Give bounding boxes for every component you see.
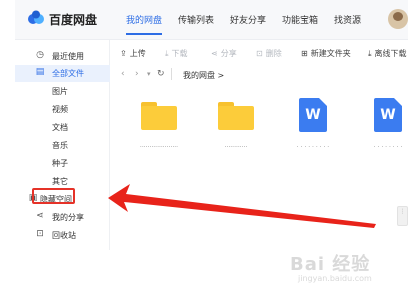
refresh-icon[interactable]: ↻	[157, 69, 165, 79]
download-label: 下载	[171, 49, 188, 58]
file-name: ....................	[139, 142, 179, 149]
sidebar-item-label: 种子	[52, 159, 68, 168]
sidebar-item-all-files[interactable]: ▤ 全部文件	[15, 65, 110, 82]
offline-download-icon: ⤓	[368, 49, 372, 58]
sidebar-item-my-shares[interactable]: ⋖ 我的分享	[15, 209, 110, 226]
offline-download-label: 离线下载	[374, 49, 407, 58]
clock-icon: ◷	[36, 50, 44, 60]
folder-icon	[141, 102, 177, 130]
user-avatar[interactable]	[388, 9, 408, 29]
tab-friend-share[interactable]: 好友分享	[230, 13, 266, 26]
watermark: Bai 经验 jingyan.baidu.com	[286, 240, 404, 290]
top-header: 百度网盘 我的网盘 传输列表 好友分享 功能宝箱 找资源	[15, 0, 408, 40]
sidebar-item-label: 文档	[52, 123, 68, 132]
breadcrumb-separator: >	[217, 71, 225, 80]
file-name: . . . . . . . .	[373, 142, 403, 149]
sidebar-item-images[interactable]: 图片	[15, 83, 110, 100]
highlight-box	[32, 188, 75, 204]
file-icon: ▤	[35, 67, 45, 77]
watermark-text: Bai 经验	[290, 254, 371, 275]
file-item-folder[interactable]: ....................	[131, 98, 187, 156]
upload-icon: ⇪	[120, 49, 127, 58]
sidebar-item-label: 其它	[52, 177, 68, 186]
sidebar-item-label: 回收站	[52, 231, 76, 240]
sidebar-item-label: 最近使用	[52, 52, 84, 61]
sidebar-item-recent[interactable]: ◷ 最近使用	[15, 48, 110, 65]
sidebar-item-label: 全部文件	[52, 69, 84, 78]
app-title: 百度网盘	[49, 13, 98, 27]
trash-icon: ⊡	[256, 49, 263, 58]
navigation-bar: ‹ › ▾ ↻ 我的网盘 >	[111, 66, 408, 84]
sidebar-item-videos[interactable]: 视频	[15, 101, 110, 118]
tab-my-netdisk[interactable]: 我的网盘	[126, 13, 163, 35]
sidebar-item-music[interactable]: 音乐	[15, 137, 110, 154]
tab-feature-box[interactable]: 功能宝箱	[282, 13, 318, 26]
upload-button[interactable]: ⇪ 上传	[120, 48, 146, 59]
delete-button[interactable]: ⊡ 删除	[256, 48, 282, 59]
breadcrumb[interactable]: 我的网盘 >	[183, 70, 224, 81]
word-icon-letter: W	[305, 107, 321, 123]
side-panel-icon[interactable]: ⋮	[397, 206, 408, 226]
breadcrumb-divider	[171, 68, 172, 80]
share-label: 分享	[220, 49, 237, 58]
offline-download-button[interactable]: ⤓ 离线下载	[368, 48, 407, 59]
file-item-word-doc[interactable]: W . . . . . . . .	[360, 98, 408, 156]
delete-label: 删除	[265, 49, 282, 58]
word-doc-icon: W	[374, 98, 402, 132]
sidebar-item-label: 我的分享	[52, 213, 84, 222]
folder-icon	[218, 102, 254, 130]
download-button[interactable]: ⤓ 下载	[165, 48, 188, 59]
new-folder-button[interactable]: ⊞ 新建文件夹	[301, 48, 351, 59]
breadcrumb-current: 我的网盘	[183, 71, 215, 80]
sidebar-item-label: 音乐	[52, 141, 68, 150]
forward-icon[interactable]: ›	[135, 69, 139, 79]
tab-transfer-list[interactable]: 传输列表	[178, 13, 214, 26]
upload-label: 上传	[129, 49, 146, 58]
word-doc-icon: W	[299, 98, 327, 132]
sidebar-item-recycle-bin[interactable]: ⊡ 回收站	[15, 227, 110, 244]
file-toolbar: ⇪ 上传 ⤓ 下载 ⋖ 分享 ⊡ 删除 ⊞ 新建文件夹 ⤓ 离线下载	[111, 42, 408, 64]
sidebar-item-torrents[interactable]: 种子	[15, 155, 110, 172]
share-icon: ⋖	[36, 211, 44, 221]
download-icon: ⤓	[165, 49, 169, 58]
watermark-url: jingyan.baidu.com	[298, 274, 372, 283]
trash-icon: ⊡	[36, 229, 44, 239]
red-arrow-annotation	[108, 184, 376, 228]
baidu-netdisk-logo-icon	[28, 10, 44, 24]
sidebar-item-label: 视频	[52, 105, 68, 114]
new-folder-label: 新建文件夹	[310, 49, 351, 58]
share-icon: ⋖	[211, 49, 218, 58]
new-folder-icon: ⊞	[301, 49, 308, 58]
tab-find-resources[interactable]: 找资源	[334, 13, 361, 26]
sidebar: ◷ 最近使用 ▤ 全部文件 图片 视频 文档 音乐 种子 其它 ▣ 隐藏空间 ⋖…	[15, 40, 110, 250]
chevron-down-icon[interactable]: ▾	[147, 70, 151, 78]
sidebar-item-documents[interactable]: 文档	[15, 119, 110, 136]
word-icon-letter: W	[380, 107, 396, 123]
file-name: . . . . . . . . .	[296, 142, 330, 149]
file-name: ............	[224, 142, 248, 149]
file-item-folder[interactable]: ............	[208, 98, 264, 156]
back-icon[interactable]: ‹	[121, 69, 125, 79]
sidebar-item-label: 图片	[52, 87, 68, 96]
file-item-word-doc[interactable]: W . . . . . . . . .	[285, 98, 341, 156]
share-button[interactable]: ⋖ 分享	[211, 48, 237, 59]
